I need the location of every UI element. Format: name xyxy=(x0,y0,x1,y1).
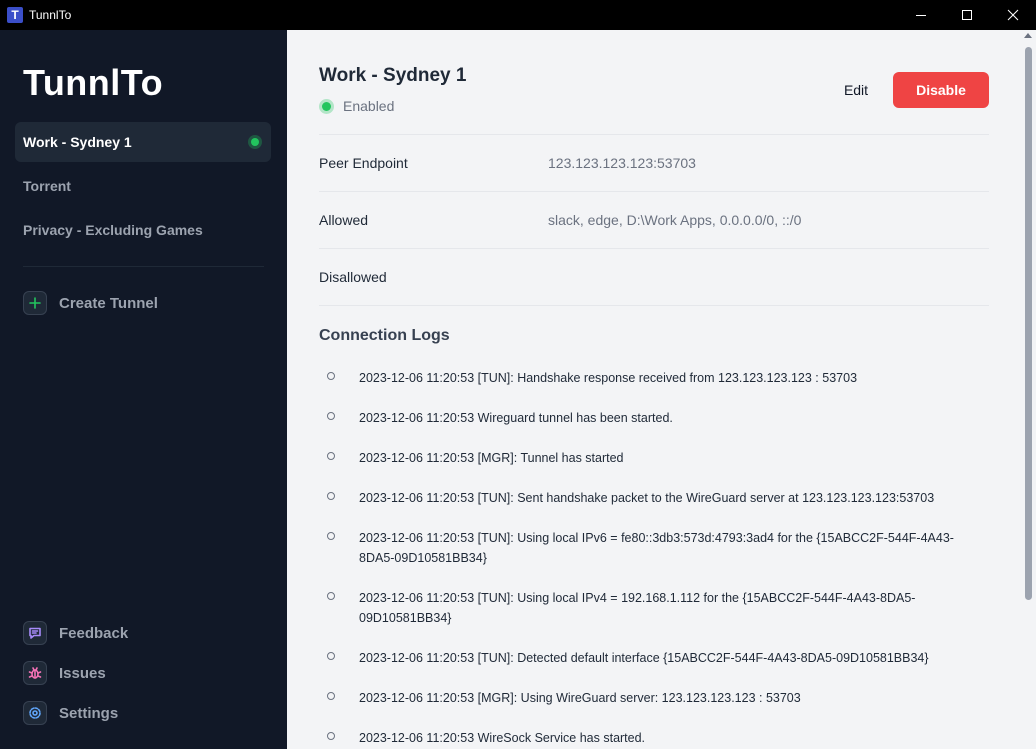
page-title: Work - Sydney 1 xyxy=(319,65,467,86)
vertical-scrollbar[interactable] xyxy=(1021,30,1036,749)
create-tunnel-label: Create Tunnel xyxy=(59,294,158,312)
divider xyxy=(319,248,989,249)
sidebar-item-label: Torrent xyxy=(23,178,71,194)
peer-endpoint-value: 123.123.123.123:53703 xyxy=(548,155,696,171)
bug-icon xyxy=(23,661,47,685)
maximize-button[interactable] xyxy=(944,0,990,30)
allowed-label: Allowed xyxy=(319,212,369,228)
log-text: 2023-12-06 11:20:53 WireSock Service has… xyxy=(359,731,646,745)
status-dot-icon xyxy=(319,98,334,114)
log-bullet-icon xyxy=(327,492,335,500)
log-entry: 2023-12-06 11:20:53 [TUN]: Using local I… xyxy=(319,528,989,568)
log-bullet-icon xyxy=(327,532,335,540)
log-text: 2023-12-06 11:20:53 Wireguard tunnel has… xyxy=(359,411,673,425)
title-bar: T TunnlTo xyxy=(0,0,1036,30)
app-logo-text: TunnlTo xyxy=(23,62,164,103)
log-text: 2023-12-06 11:20:53 [TUN]: Handshake res… xyxy=(359,371,858,385)
scrollbar-thumb[interactable] xyxy=(1025,47,1032,600)
log-entry: 2023-12-06 11:20:53 [TUN]: Using local I… xyxy=(319,588,989,628)
feedback-button[interactable]: Feedback xyxy=(23,621,128,645)
minimize-icon xyxy=(916,15,926,16)
sidebar-item-work-sydney-1[interactable]: Work - Sydney 1 xyxy=(15,122,271,162)
log-text: 2023-12-06 11:20:53 [TUN]: Using local I… xyxy=(359,591,916,625)
connection-logs-heading: Connection Logs xyxy=(319,327,450,344)
disable-button[interactable]: Disable xyxy=(893,72,989,108)
peer-endpoint-label: Peer Endpoint xyxy=(319,155,408,171)
log-entry: 2023-12-06 11:20:53 [MGR]: Tunnel has st… xyxy=(319,448,989,468)
plus-icon xyxy=(23,291,47,315)
sidebar-item-privacy[interactable]: Privacy - Excluding Games xyxy=(15,210,271,250)
log-bullet-icon xyxy=(327,452,335,460)
app-logo-icon: T xyxy=(7,7,23,23)
log-text: 2023-12-06 11:20:53 [MGR]: Tunnel has st… xyxy=(359,451,624,465)
tunnel-active-indicator xyxy=(248,135,262,149)
issues-button[interactable]: Issues xyxy=(23,661,106,685)
log-bullet-icon xyxy=(327,372,335,380)
log-text: 2023-12-06 11:20:53 [TUN]: Using local I… xyxy=(359,531,954,565)
divider xyxy=(319,305,989,306)
close-icon xyxy=(1007,9,1019,21)
edit-button[interactable]: Edit xyxy=(837,72,875,108)
divider xyxy=(319,134,989,135)
log-entry: 2023-12-06 11:20:53 [TUN]: Handshake res… xyxy=(319,368,989,388)
log-bullet-icon xyxy=(327,692,335,700)
log-bullet-icon xyxy=(327,412,335,420)
settings-button[interactable]: Settings xyxy=(23,701,118,725)
log-text: 2023-12-06 11:20:53 [MGR]: Using WireGua… xyxy=(359,691,801,705)
status-badge: Enabled xyxy=(319,98,394,114)
log-entry: 2023-12-06 11:20:53 WireSock Service has… xyxy=(319,728,989,748)
chat-bubble-icon xyxy=(23,621,47,645)
log-entry: 2023-12-06 11:20:53 Wireguard tunnel has… xyxy=(319,408,989,428)
maximize-icon xyxy=(962,10,972,20)
log-text: 2023-12-06 11:20:53 [TUN]: Detected defa… xyxy=(359,651,929,665)
sidebar-item-label: Work - Sydney 1 xyxy=(23,134,132,150)
gear-icon xyxy=(23,701,47,725)
disallowed-label: Disallowed xyxy=(319,269,387,285)
window-controls xyxy=(898,0,1036,30)
sidebar-item-torrent[interactable]: Torrent xyxy=(15,166,271,206)
create-tunnel-button[interactable]: Create Tunnel xyxy=(23,291,158,315)
window-title: TunnlTo xyxy=(29,8,72,22)
log-text: 2023-12-06 11:20:53 [TUN]: Sent handshak… xyxy=(359,491,935,505)
log-entry: 2023-12-06 11:20:53 [MGR]: Using WireGua… xyxy=(319,688,989,708)
status-label: Enabled xyxy=(343,98,395,114)
feedback-label: Feedback xyxy=(59,624,129,642)
allowed-value: slack, edge, D:\Work Apps, 0.0.0.0/0, ::… xyxy=(548,212,802,228)
settings-label: Settings xyxy=(59,704,119,722)
sidebar-item-label: Privacy - Excluding Games xyxy=(23,222,203,238)
issues-label: Issues xyxy=(59,664,106,682)
log-entry: 2023-12-06 11:20:53 [TUN]: Detected defa… xyxy=(319,648,989,668)
sidebar: TunnlTo Work - Sydney 1 Torrent Privacy … xyxy=(0,30,287,749)
log-entry: 2023-12-06 11:20:53 [TUN]: Sent handshak… xyxy=(319,488,989,508)
divider xyxy=(319,191,989,192)
log-bullet-icon xyxy=(327,652,335,660)
close-button[interactable] xyxy=(990,0,1036,30)
scroll-up-arrow-icon[interactable] xyxy=(1024,33,1032,38)
log-bullet-icon xyxy=(327,732,335,740)
minimize-button[interactable] xyxy=(898,0,944,30)
log-bullet-icon xyxy=(327,592,335,600)
sidebar-divider xyxy=(23,266,264,267)
tunnel-detail-panel: Work - Sydney 1 Enabled Edit Disable Pee… xyxy=(287,30,1021,749)
